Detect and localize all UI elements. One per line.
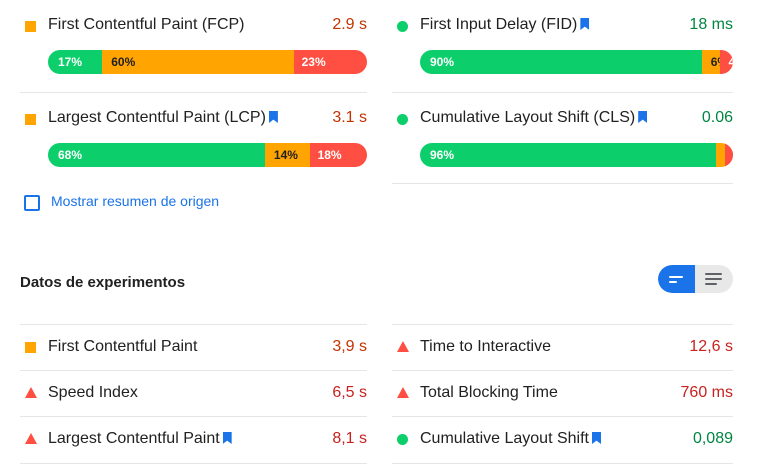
lab-metrics-left: First Contentful Paint 3,9 s Speed Index… xyxy=(20,0,367,470)
triangle-icon xyxy=(25,433,37,444)
metric-value: 12,6 s xyxy=(689,338,733,355)
lab-metric-fcp: First Contentful Paint 3,9 s xyxy=(20,324,367,371)
metric-label: Time to Interactive xyxy=(420,338,552,355)
lab-metric-speed-index: Speed Index 6,5 s xyxy=(20,370,367,417)
bookmark-icon[interactable] xyxy=(222,432,232,444)
metric-value: 3,9 s xyxy=(332,338,367,355)
square-icon xyxy=(25,342,36,353)
lab-metric-tti: Time to Interactive 12,6 s xyxy=(392,324,733,371)
divider xyxy=(392,463,733,464)
lab-metric-lcp: Largest Contentful Paint 8,1 s xyxy=(20,416,367,463)
metric-label: Speed Index xyxy=(48,384,138,401)
metric-value: 760 ms xyxy=(680,384,733,401)
bookmark-icon[interactable] xyxy=(591,432,601,444)
lab-metric-cls: Cumulative Layout Shift 0,089 xyxy=(392,416,733,463)
metric-value: 0,089 xyxy=(692,430,733,447)
divider xyxy=(20,463,367,464)
metric-value: 6,5 s xyxy=(332,384,367,401)
metric-label: Total Blocking Time xyxy=(420,384,558,401)
triangle-icon xyxy=(25,387,37,398)
metric-label: Largest Contentful Paint xyxy=(48,430,232,448)
triangle-icon xyxy=(397,341,409,352)
metric-value: 8,1 s xyxy=(332,430,367,447)
metric-label: First Contentful Paint xyxy=(48,338,198,355)
circle-icon xyxy=(397,434,408,445)
triangle-icon xyxy=(397,387,409,398)
metric-label: Cumulative Layout Shift xyxy=(420,430,601,448)
lab-metrics-right: Time to Interactive 12,6 s Total Blockin… xyxy=(392,0,733,470)
lab-metric-tbt: Total Blocking Time 760 ms xyxy=(392,370,733,417)
